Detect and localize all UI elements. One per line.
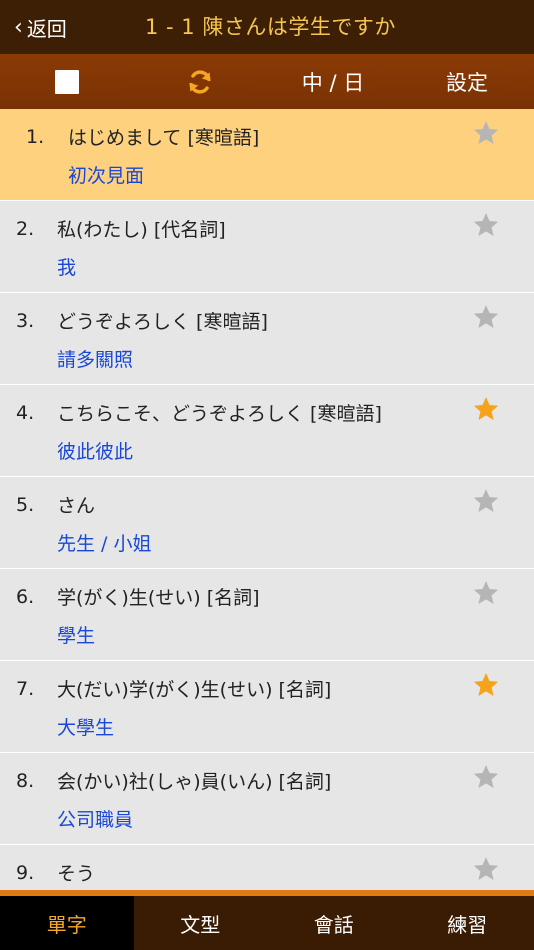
tab-1[interactable]: 文型 xyxy=(134,896,268,950)
favorite-star-icon[interactable] xyxy=(472,671,500,699)
chinese-translation: 請多關照 xyxy=(57,349,134,371)
favorite-star-icon[interactable] xyxy=(472,395,500,423)
favorite-star-icon[interactable] xyxy=(472,303,500,331)
back-label: 返回 xyxy=(26,16,67,41)
list-item[interactable]: 5. さん先生 / 小姐 xyxy=(0,477,534,569)
item-number: 2. xyxy=(16,218,35,240)
item-number: 7. xyxy=(16,678,35,700)
chinese-translation: 公司職員 xyxy=(57,809,134,831)
japanese-term: こちらこそ、どうぞよろしく [寒暄語] xyxy=(57,403,382,425)
toolbar: 中 / 日 設定 xyxy=(0,54,534,109)
list-item[interactable]: 3. どうぞよろしく [寒暄語] 請多關照 xyxy=(0,293,534,385)
language-toggle[interactable]: 中 / 日 xyxy=(290,54,376,109)
list-item[interactable]: 4. こちらこそ、どうぞよろしく [寒暄語] 彼此彼此 xyxy=(0,385,534,477)
chinese-translation: 彼此彼此 xyxy=(57,441,134,463)
vocabulary-list: 1. はじめまして [寒暄語] 初次見面 2. 私(わたし) [代名詞] 我 3. どうぞよろ… xyxy=(0,109,534,937)
chinese-translation: 學生 xyxy=(57,625,96,647)
japanese-term: 学(がく)生(せい) [名詞] xyxy=(57,587,260,609)
japanese-term: 私(わたし) [代名詞] xyxy=(57,219,226,241)
page-title: 1 - 1 陳さんは学生ですか xyxy=(145,15,396,39)
japanese-term: 会(かい)社(しゃ)員(いん) [名詞] xyxy=(57,771,332,793)
settings-button[interactable]: 設定 xyxy=(432,54,502,109)
navigation-bar: ‹ 返回 1 - 1 陳さんは学生ですか xyxy=(0,0,534,54)
favorite-star-icon[interactable] xyxy=(472,487,500,515)
tab-2[interactable]: 會話 xyxy=(267,896,401,950)
item-number: 9. xyxy=(16,862,35,884)
item-number: 5. xyxy=(16,494,35,516)
chinese-translation: 初次見面 xyxy=(68,165,145,187)
item-number: 8. xyxy=(16,770,35,792)
refresh-icon xyxy=(189,69,211,94)
list-item[interactable]: 2. 私(わたし) [代名詞] 我 xyxy=(0,201,534,293)
chinese-translation: 我 xyxy=(57,257,77,279)
japanese-term: 大(だい)学(がく)生(せい) [名詞] xyxy=(57,679,332,701)
favorite-star-icon[interactable] xyxy=(472,763,500,791)
japanese-term: さん xyxy=(57,495,96,517)
list-item[interactable]: 8. 会(かい)社(しゃ)員(いん) [名詞] 公司職員 xyxy=(0,753,534,845)
tab-3[interactable]: 練習 xyxy=(401,896,534,950)
chevron-left-icon: ‹ xyxy=(14,14,23,40)
japanese-term: そう xyxy=(57,863,96,885)
tab-bar: 單字 文型 會話 練習 xyxy=(0,890,534,950)
tab-0[interactable]: 單字 xyxy=(0,896,134,950)
select-all-button[interactable] xyxy=(42,54,92,109)
item-number: 4. xyxy=(16,402,35,424)
list-item[interactable]: 7. 大(だい)学(がく)生(せい) [名詞] 大學生 xyxy=(0,661,534,753)
refresh-button[interactable] xyxy=(172,54,228,109)
favorite-star-icon[interactable] xyxy=(472,855,500,883)
favorite-star-icon[interactable] xyxy=(472,119,500,147)
favorite-star-icon[interactable] xyxy=(472,211,500,239)
list-item[interactable]: 6. 学(がく)生(せい) [名詞] 學生 xyxy=(0,569,534,661)
japanese-term: どうぞよろしく [寒暄語] xyxy=(57,311,268,333)
checkbox-square-icon xyxy=(55,69,79,94)
favorite-star-icon[interactable] xyxy=(472,579,500,607)
chinese-translation: 先生 / 小姐 xyxy=(57,533,152,555)
chinese-translation: 大學生 xyxy=(57,717,115,739)
japanese-term: はじめまして [寒暄語] xyxy=(68,127,260,149)
list-item[interactable]: 1. はじめまして [寒暄語] 初次見面 xyxy=(0,109,534,201)
item-number: 3. xyxy=(16,310,35,332)
item-number: 1. xyxy=(26,126,45,148)
item-number: 6. xyxy=(16,586,35,608)
back-button[interactable]: ‹ 返回 xyxy=(14,0,67,54)
